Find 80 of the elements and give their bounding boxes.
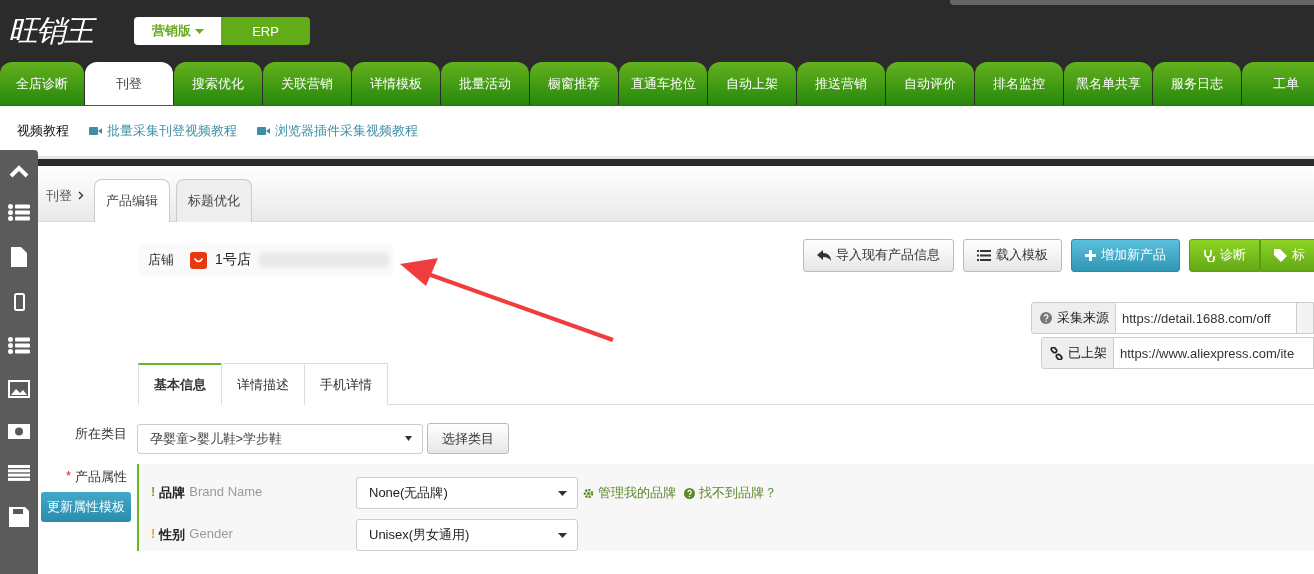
- action-button[interactable]: 标: [1260, 238, 1314, 272]
- category-select[interactable]: 孕婴童>婴儿鞋>学步鞋: [137, 423, 423, 454]
- attribute-english-name: Brand Name: [189, 484, 263, 501]
- nav-tab[interactable]: 工单: [1242, 62, 1314, 105]
- nav-tab[interactable]: 橱窗推荐: [530, 62, 618, 105]
- form-tab[interactable]: 基本信息: [138, 363, 222, 405]
- form-tab[interactable]: 详情描述: [221, 363, 305, 405]
- caret-icon: [405, 436, 412, 441]
- nav-tab[interactable]: 排名监控: [975, 62, 1063, 105]
- help-icon: [684, 487, 695, 499]
- nav-tab[interactable]: 黑名单共享: [1064, 62, 1152, 105]
- nav-tab[interactable]: 详情模板: [352, 62, 440, 105]
- list-icon[interactable]: [8, 337, 30, 354]
- list-icon: [977, 249, 991, 261]
- required-mark: *: [65, 468, 71, 485]
- gear-icon: [583, 487, 594, 499]
- nav-tab[interactable]: 全店诊断: [0, 62, 84, 105]
- shopping-bag-icon: [190, 251, 207, 269]
- table-list-icon[interactable]: [8, 465, 30, 481]
- page-tab[interactable]: 产品编辑: [94, 179, 170, 222]
- update-template-button[interactable]: 更新属性模板: [41, 492, 131, 522]
- save-icon[interactable]: [9, 507, 29, 527]
- attribute-english-name: Gender: [189, 526, 233, 543]
- breadcrumb-link[interactable]: 刊登: [46, 186, 72, 205]
- nav-tab[interactable]: 关联营销: [263, 62, 351, 105]
- phone-icon[interactable]: [13, 293, 25, 311]
- image-icon[interactable]: [8, 380, 30, 398]
- form-tab[interactable]: 手机详情: [304, 363, 388, 405]
- tag-icon: [1274, 248, 1287, 262]
- url-field[interactable]: https://detail.1688.com/off: [1116, 302, 1297, 334]
- nav-tab[interactable]: 刊登: [85, 62, 173, 105]
- caret-icon: [558, 490, 567, 496]
- action-button[interactable]: 载入模板: [963, 238, 1062, 272]
- nav-tab[interactable]: 服务日志: [1153, 62, 1241, 105]
- choose-category-button[interactable]: 选择类目: [427, 423, 509, 454]
- nav-tab[interactable]: 搜索优化: [174, 62, 262, 105]
- attribute-select[interactable]: Unisex(男女通用): [356, 519, 578, 551]
- chevron-right-icon: [78, 191, 84, 200]
- edition-toggle[interactable]: ERP: [221, 17, 310, 45]
- video-camera-icon: [257, 126, 270, 136]
- page-tab[interactable]: 标题优化: [176, 179, 252, 222]
- action-button[interactable]: 诊断: [1189, 238, 1260, 272]
- source-label: 采集来源: [1031, 302, 1116, 334]
- plus-icon: [1085, 249, 1096, 261]
- link-icon: [1050, 346, 1063, 360]
- video-tutorial-link[interactable]: 浏览器插件采集视频教程: [257, 122, 418, 140]
- tutorial-title: 视频教程: [17, 122, 69, 140]
- edition-toggle[interactable]: 营销版: [134, 17, 221, 45]
- attribute-name: 性别: [159, 526, 186, 544]
- attention-mark: !: [151, 526, 156, 543]
- reply-arrow-icon: [817, 249, 831, 261]
- video-camera-icon: [89, 126, 102, 136]
- action-button[interactable]: 增加新产品: [1071, 238, 1180, 272]
- field-label: 所在类目: [75, 425, 127, 443]
- caret-icon: [558, 532, 567, 538]
- manage-brands-link[interactable]: 管理我的品牌: [583, 484, 676, 502]
- brand-help-link[interactable]: 找不到品牌？: [684, 484, 777, 502]
- attribute-select[interactable]: None(无品牌): [356, 477, 578, 509]
- logo: 旺销王: [8, 10, 126, 52]
- nav-tab[interactable]: 直通车抢位: [619, 62, 707, 105]
- video-tutorial-link[interactable]: 批量采集刊登视频教程: [89, 122, 237, 140]
- caret-icon: [194, 28, 204, 34]
- attribute-name: 品牌: [159, 484, 186, 502]
- stethoscope-icon: [1203, 248, 1215, 262]
- action-button[interactable]: 导入现有产品信息: [803, 238, 954, 272]
- nav-tab[interactable]: 推送营销: [797, 62, 885, 105]
- shop-name: 1号店: [215, 251, 251, 269]
- source-label: 已上架: [1041, 337, 1114, 369]
- field-label: 产品属性: [75, 468, 127, 486]
- nav-tab[interactable]: 批量活动: [441, 62, 529, 105]
- shop-label: 店铺: [148, 251, 174, 269]
- help-icon: [1040, 312, 1052, 324]
- nav-tab[interactable]: 自动上架: [708, 62, 796, 105]
- url-field[interactable]: https://www.aliexpress.com/ite: [1114, 337, 1314, 369]
- document-icon[interactable]: [11, 247, 27, 267]
- attention-mark: !: [151, 484, 156, 501]
- chevron-up-icon[interactable]: [9, 164, 29, 178]
- nav-tab[interactable]: 自动评价: [886, 62, 974, 105]
- banknote-icon[interactable]: [8, 424, 30, 439]
- list-icon[interactable]: [8, 204, 30, 221]
